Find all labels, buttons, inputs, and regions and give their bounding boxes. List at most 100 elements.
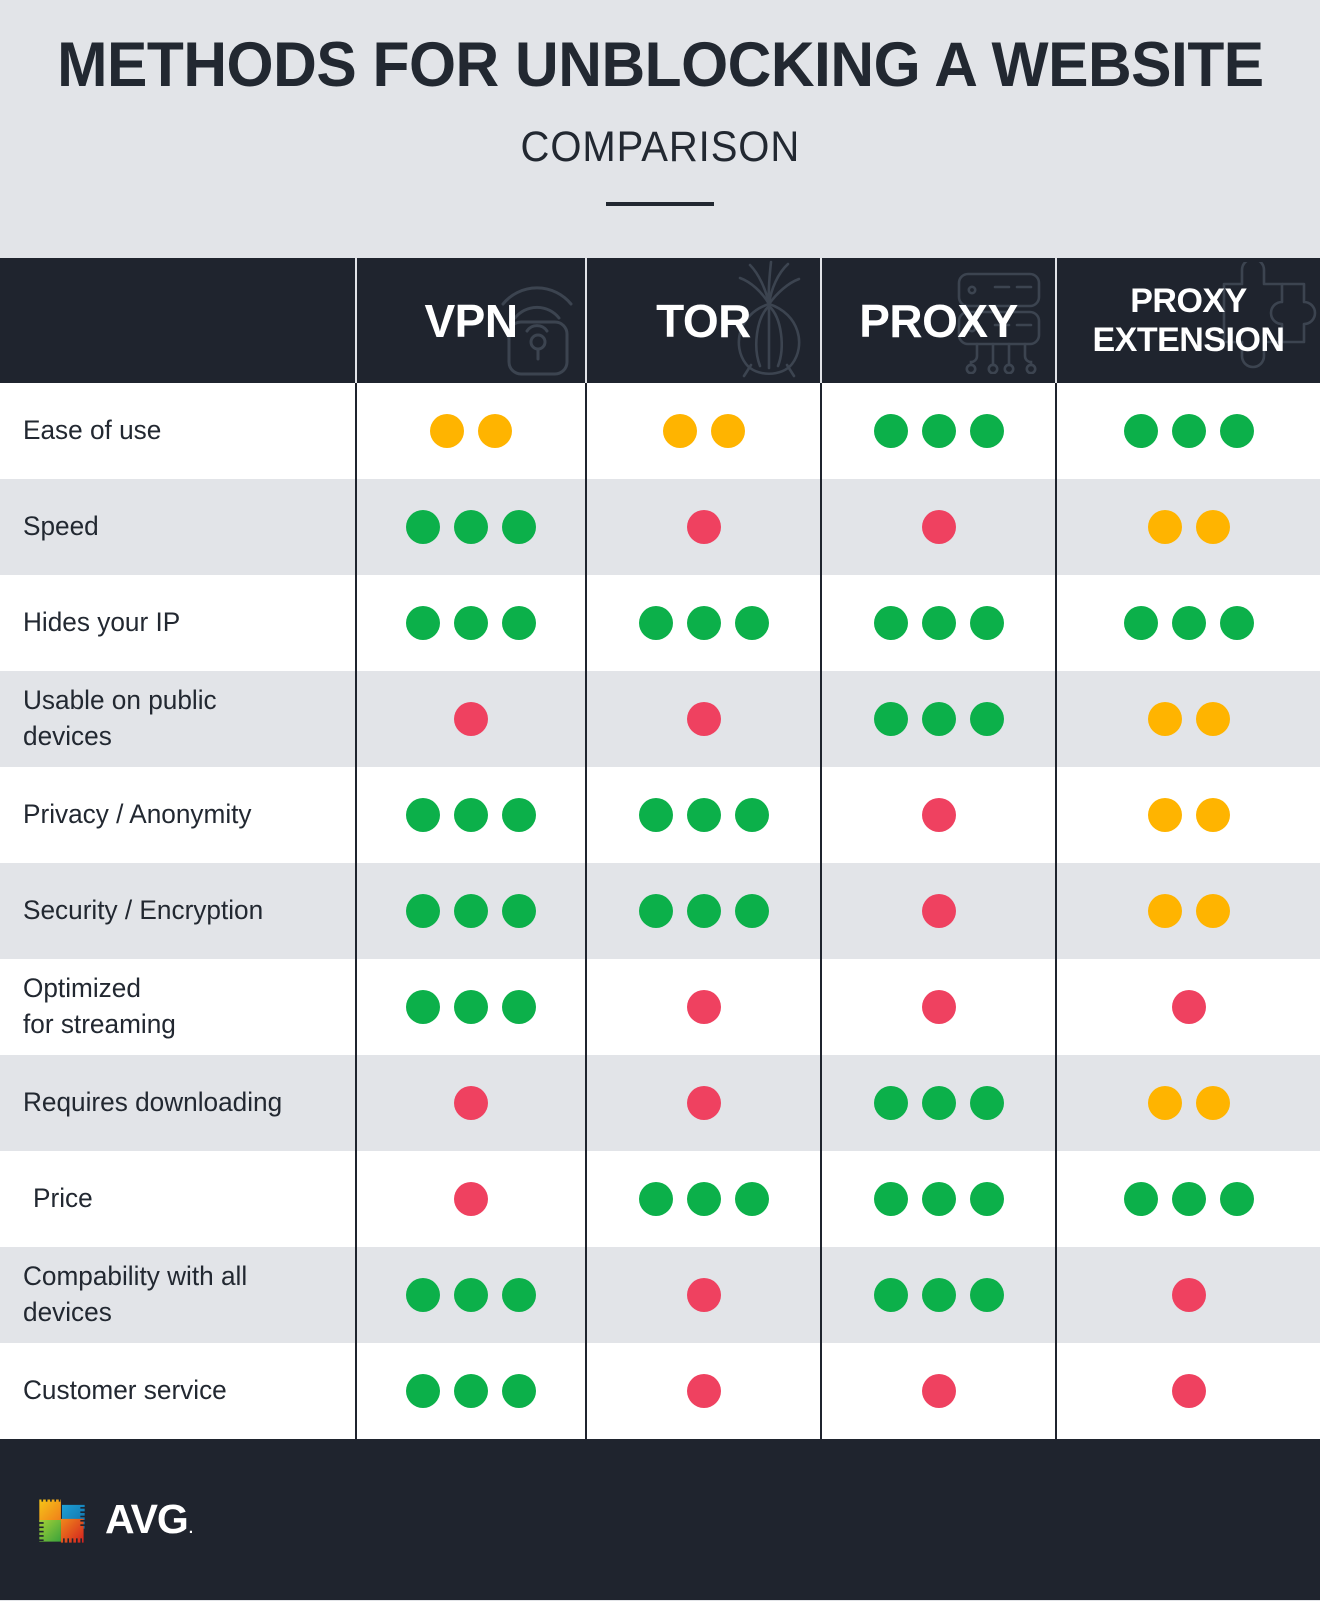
column-header-tor: TOR xyxy=(585,258,820,383)
rating-dot xyxy=(502,798,536,832)
rating-cell xyxy=(820,1247,1055,1343)
rating-dot xyxy=(502,990,536,1024)
rating-dot xyxy=(921,702,956,736)
rating-cell xyxy=(355,383,585,479)
rating-dots-green-3 xyxy=(406,1278,536,1312)
rating-dot xyxy=(686,798,721,832)
rating-dots-red-1 xyxy=(1171,990,1206,1024)
rating-dot xyxy=(1147,510,1182,544)
rating-cell xyxy=(820,671,1055,767)
rating-dots-green-3 xyxy=(1123,1182,1254,1216)
rating-dot xyxy=(969,1278,1004,1312)
rating-dot xyxy=(454,1374,488,1408)
rating-dot xyxy=(873,1278,908,1312)
rating-dots-green-3 xyxy=(873,606,1004,640)
rating-dots-red-1 xyxy=(1171,1278,1206,1312)
avg-wordmark: AVG. xyxy=(105,1496,193,1543)
rating-dots-green-3 xyxy=(406,798,536,832)
header-corner-cell xyxy=(0,258,355,383)
rating-dots-green-3 xyxy=(873,702,1004,736)
rating-dot xyxy=(1123,414,1158,448)
rating-dot xyxy=(873,702,908,736)
rating-dot xyxy=(454,702,488,736)
rating-cell xyxy=(585,1055,820,1151)
rating-cell xyxy=(585,1151,820,1247)
infographic-page: METHODS FOR UNBLOCKING A WEBSITE COMPARI… xyxy=(0,0,1320,1601)
rating-dot xyxy=(1147,798,1182,832)
rating-dot xyxy=(686,990,721,1024)
rating-dot xyxy=(969,1086,1004,1120)
table-row: Customer service xyxy=(0,1343,1320,1439)
comparison-table: VPN TOR PROXY PROXY EXTENSION Ease of us… xyxy=(0,258,1320,1439)
rating-dots-amber-2 xyxy=(1147,510,1230,544)
rating-dot xyxy=(921,1182,956,1216)
rating-dot xyxy=(921,1086,956,1120)
rating-cell xyxy=(585,863,820,959)
rating-dots-red-1 xyxy=(454,1086,488,1120)
rating-dots-red-1 xyxy=(921,894,956,928)
rating-dots-red-1 xyxy=(921,798,956,832)
rating-dot xyxy=(454,894,488,928)
rating-dot xyxy=(921,414,956,448)
rating-dot xyxy=(406,1278,440,1312)
column-header-proxy-extension: PROXY EXTENSION xyxy=(1055,258,1320,383)
rating-dots-red-1 xyxy=(686,510,721,544)
rating-cell xyxy=(1055,1055,1320,1151)
rating-cell xyxy=(355,671,585,767)
rating-dots-red-1 xyxy=(686,1086,721,1120)
rating-dot xyxy=(406,510,440,544)
rating-dot xyxy=(454,1182,488,1216)
rating-cell xyxy=(585,575,820,671)
rating-dot xyxy=(921,510,956,544)
rating-cell xyxy=(1055,1343,1320,1439)
rating-dot xyxy=(1147,1086,1182,1120)
rating-dot xyxy=(1123,1182,1158,1216)
rating-dot xyxy=(734,1182,769,1216)
row-label: Usable on public devices xyxy=(23,685,217,751)
rating-cell xyxy=(820,959,1055,1055)
rating-dots-green-3 xyxy=(406,510,536,544)
rating-dot xyxy=(1195,798,1230,832)
rating-dots-green-3 xyxy=(406,1374,536,1408)
rating-dot xyxy=(406,1374,440,1408)
rating-cell xyxy=(355,767,585,863)
row-label: Compability with all devices xyxy=(23,1261,248,1327)
table-row: Compability with all devices xyxy=(0,1247,1320,1343)
rating-dot xyxy=(1195,1086,1230,1120)
rating-dot xyxy=(454,1278,488,1312)
rating-dots-red-1 xyxy=(454,1182,488,1216)
table-row: Usable on public devices xyxy=(0,671,1320,767)
row-label-cell: Usable on public devices xyxy=(0,671,355,767)
rating-dots-red-1 xyxy=(686,990,721,1024)
rating-dots-red-1 xyxy=(454,702,488,736)
rating-dot xyxy=(1171,1278,1206,1312)
row-label-cell: Price xyxy=(0,1151,355,1247)
column-header-label: VPN xyxy=(424,294,518,347)
rating-dots-green-3 xyxy=(638,798,769,832)
rating-dot xyxy=(502,1278,536,1312)
rating-dot xyxy=(1171,1182,1206,1216)
row-label-cell: Speed xyxy=(0,479,355,575)
column-header-label: PROXY xyxy=(859,294,1018,347)
rating-dot xyxy=(873,1182,908,1216)
rating-dots-green-3 xyxy=(406,990,536,1024)
column-header-label: PROXY EXTENSION xyxy=(1092,282,1285,359)
rating-dot xyxy=(502,894,536,928)
row-label: Customer service xyxy=(23,1375,227,1406)
page-subtitle: COMPARISON xyxy=(520,123,800,171)
rating-dot xyxy=(969,606,1004,640)
rating-dots-green-3 xyxy=(873,1182,1004,1216)
row-label-cell: Privacy / Anonymity xyxy=(0,767,355,863)
rating-dot xyxy=(406,990,440,1024)
table-row: Price xyxy=(0,1151,1320,1247)
rating-dot xyxy=(710,414,745,448)
rating-cell xyxy=(1055,479,1320,575)
row-label: Price xyxy=(33,1183,93,1214)
rating-dot xyxy=(1147,894,1182,928)
rating-dot xyxy=(686,702,721,736)
rating-dot xyxy=(502,1374,536,1408)
rating-dot xyxy=(1219,414,1254,448)
rating-dots-amber-2 xyxy=(430,414,512,448)
row-label: Privacy / Anonymity xyxy=(23,799,252,830)
table-header-row: VPN TOR PROXY PROXY EXTENSION xyxy=(0,258,1320,383)
